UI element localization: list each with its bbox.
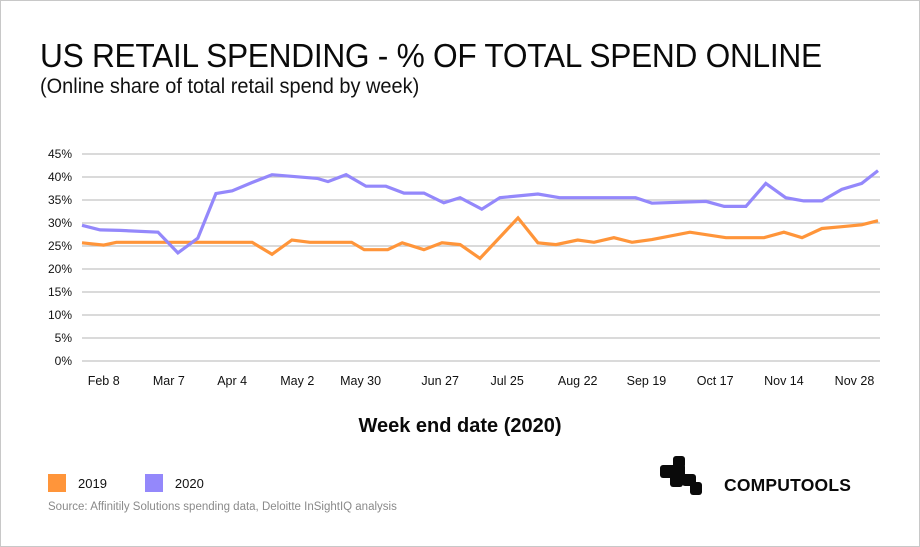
y-tick-label: 0% <box>55 354 73 368</box>
legend-label-2019: 2019 <box>78 475 107 491</box>
legend: 2019 2020 <box>48 474 242 492</box>
legend-item-2019: 2019 <box>48 474 107 492</box>
y-tick-label: 30% <box>48 216 72 230</box>
x-tick-label: Nov 14 <box>764 374 804 388</box>
y-tick-label: 45% <box>48 147 72 161</box>
x-tick-label: Nov 28 <box>835 374 875 388</box>
y-tick-label: 15% <box>48 285 72 299</box>
x-tick-label: Oct 17 <box>697 374 734 388</box>
x-tick-label: Mar 7 <box>153 374 185 388</box>
y-tick-label: 5% <box>55 331 73 345</box>
legend-label-2020: 2020 <box>174 475 204 491</box>
y-tick-label: 35% <box>48 193 72 207</box>
series-lines <box>81 169 879 261</box>
computools-logo-icon <box>660 456 702 495</box>
x-tick-label: Apr 4 <box>217 374 247 388</box>
x-tick-label: Jul 25 <box>490 374 523 388</box>
brand-logo: COMPUTOOLS <box>660 456 851 496</box>
legend-swatch-2019 <box>48 474 66 492</box>
x-tick-label: Feb 8 <box>88 374 120 388</box>
brand-name: COMPUTOOLS <box>724 474 852 495</box>
x-axis-ticks: Feb 8 Mar 7 Apr 4 May 2 May 30 Jun 27 Jul 25 Au… <box>88 374 875 388</box>
x-tick-label: Aug 22 <box>558 374 598 388</box>
legend-item-2020: 2020 <box>144 474 204 492</box>
x-axis-label: Week end date (2020) <box>358 415 562 437</box>
x-tick-label: May 30 <box>340 374 381 388</box>
y-tick-label: 40% <box>48 170 72 184</box>
series-line-2020 <box>81 169 879 256</box>
y-tick-label: 20% <box>48 262 72 276</box>
x-tick-label: Sep 19 <box>627 374 667 388</box>
source-note: Source: Affinitily Solutions spending da… <box>48 501 397 513</box>
y-tick-label: 25% <box>48 239 72 253</box>
y-tick-label: 10% <box>48 308 72 322</box>
x-tick-label: May 2 <box>280 374 314 388</box>
legend-swatch-2020 <box>144 474 163 492</box>
y-axis-ticks: 0% 5% 10% 15% 20% 25% 30% 35% 40% 45% <box>48 147 72 368</box>
series-line-2019 <box>81 215 879 261</box>
x-tick-label: Jun 27 <box>421 374 459 388</box>
